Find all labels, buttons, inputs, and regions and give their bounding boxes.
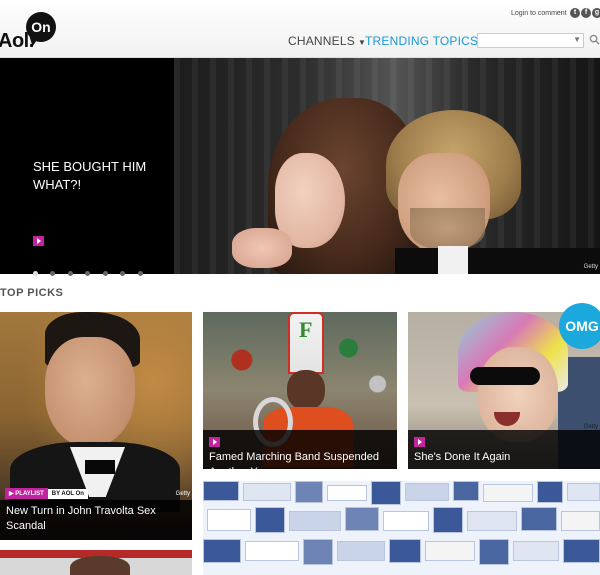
card-photo-credit: Getty: [175, 491, 190, 497]
collage-tile: [433, 507, 463, 533]
collage-tile: [327, 485, 367, 501]
nav-channels-label: CHANNELS: [288, 34, 355, 48]
carousel-dot[interactable]: [85, 271, 91, 276]
carousel-dot[interactable]: [102, 271, 108, 276]
hero-headline[interactable]: SHE BOUGHT HIM WHAT?!: [33, 158, 153, 194]
collage-tile: [567, 483, 600, 501]
video-card-partial[interactable]: [0, 550, 192, 575]
aol-on-byline: BY AOL On: [47, 489, 88, 499]
login-to-comment-link[interactable]: Login to comment: [511, 10, 567, 17]
search-dropdown-icon[interactable]: ▼: [573, 35, 581, 44]
playlist-tag: ▶ PLAYLIST BY AOL On: [5, 488, 88, 499]
collage-tile: [245, 541, 299, 561]
collage-tile: [255, 507, 285, 533]
card-caption[interactable]: New Turn in John Travolta Sex Scandal: [0, 500, 192, 540]
collage-tile: [425, 541, 475, 561]
card-caption[interactable]: Famed Marching Band Suspended Another Ye…: [203, 430, 397, 469]
card-photo-bowtie: [85, 460, 115, 474]
collage-tile: [203, 481, 239, 501]
carousel-dot[interactable]: [120, 271, 126, 276]
search-icon[interactable]: [589, 34, 600, 45]
collage-tile: [453, 481, 479, 501]
card-photo-sunglasses: [470, 367, 540, 385]
card-caption[interactable]: She's Done It Again: [408, 430, 600, 469]
site-header: Aol. On Login to comment t f g CHANNELS ▼…: [0, 0, 600, 58]
collage-tile: [479, 539, 509, 565]
collage-tile: [203, 539, 241, 563]
carousel-dot[interactable]: [33, 271, 38, 276]
carousel-dot[interactable]: [50, 271, 56, 276]
hero-photo-hand: [232, 228, 292, 268]
play-icon[interactable]: [33, 236, 44, 246]
collage-tile: [289, 511, 341, 531]
aol-on-logo[interactable]: Aol. On: [0, 12, 68, 52]
hero-photo-man-beard: [410, 208, 485, 250]
video-card-travolta[interactable]: Getty New Turn in John Travolta Sex Scan…: [0, 312, 192, 540]
collage-tile: [295, 481, 323, 503]
collage-tile: [537, 481, 563, 503]
collage-tile: [371, 481, 401, 505]
collage-tile: [513, 541, 559, 561]
section-title-top-picks: TOP PICKS: [0, 287, 64, 299]
collage-tile: [467, 511, 517, 531]
video-card-marching-band[interactable]: F Famed Marching Band Suspended Another …: [203, 312, 397, 469]
card-caption-text: Famed Marching Band Suspended Another Ye…: [209, 451, 379, 469]
collage-tile: [389, 539, 421, 563]
playlist-badge: ▶ PLAYLIST: [5, 488, 48, 499]
collage-tile: [405, 483, 449, 501]
facebook-icon[interactable]: f: [581, 8, 591, 18]
hero-photo-suit: [395, 248, 600, 274]
collage-tile: [561, 511, 600, 531]
card-photo-face: [70, 556, 130, 575]
search-input[interactable]: ▼: [477, 33, 584, 48]
card-photo-face: [287, 370, 325, 410]
collage-tile: [521, 507, 557, 531]
collage-tile: [207, 509, 251, 531]
carousel-dot[interactable]: [137, 271, 143, 276]
carousel-pagination: [33, 263, 151, 281]
twitter-icon[interactable]: t: [570, 8, 580, 18]
collage-tile: [563, 539, 600, 563]
nav-channels[interactable]: CHANNELS ▼: [288, 34, 366, 48]
card-photo-face: [45, 337, 135, 447]
play-icon[interactable]: [209, 437, 220, 448]
omg-badge: OMG: [559, 303, 600, 349]
playlist-badge-label: PLAYLIST: [15, 491, 44, 497]
collage-tile: [243, 483, 291, 501]
nav-trending-topics[interactable]: TRENDING TOPICS▼: [365, 34, 489, 48]
facebook-collage-card[interactable]: [203, 481, 600, 575]
play-icon[interactable]: [414, 437, 425, 448]
card-photo-hat-letter: F: [299, 317, 313, 342]
collage-tile: [483, 484, 533, 502]
collage-tile: [383, 511, 429, 531]
collage-tile: [337, 541, 385, 561]
nav-trending-label: TRENDING TOPICS: [365, 34, 479, 48]
card-photo-face: [478, 347, 558, 442]
carousel-dot[interactable]: [67, 271, 73, 276]
collage-tile: [303, 539, 333, 565]
card-caption-text: She's Done It Again: [414, 451, 511, 463]
google-icon[interactable]: g: [592, 8, 600, 18]
collage-tile: [345, 507, 379, 531]
logo-on-bubble: On: [26, 12, 56, 42]
hero-carousel[interactable]: SHE BOUGHT HIM WHAT?! Getty: [0, 58, 600, 274]
hero-photo-shirt: [438, 246, 468, 274]
hero-photo-credit: Getty: [583, 264, 598, 270]
